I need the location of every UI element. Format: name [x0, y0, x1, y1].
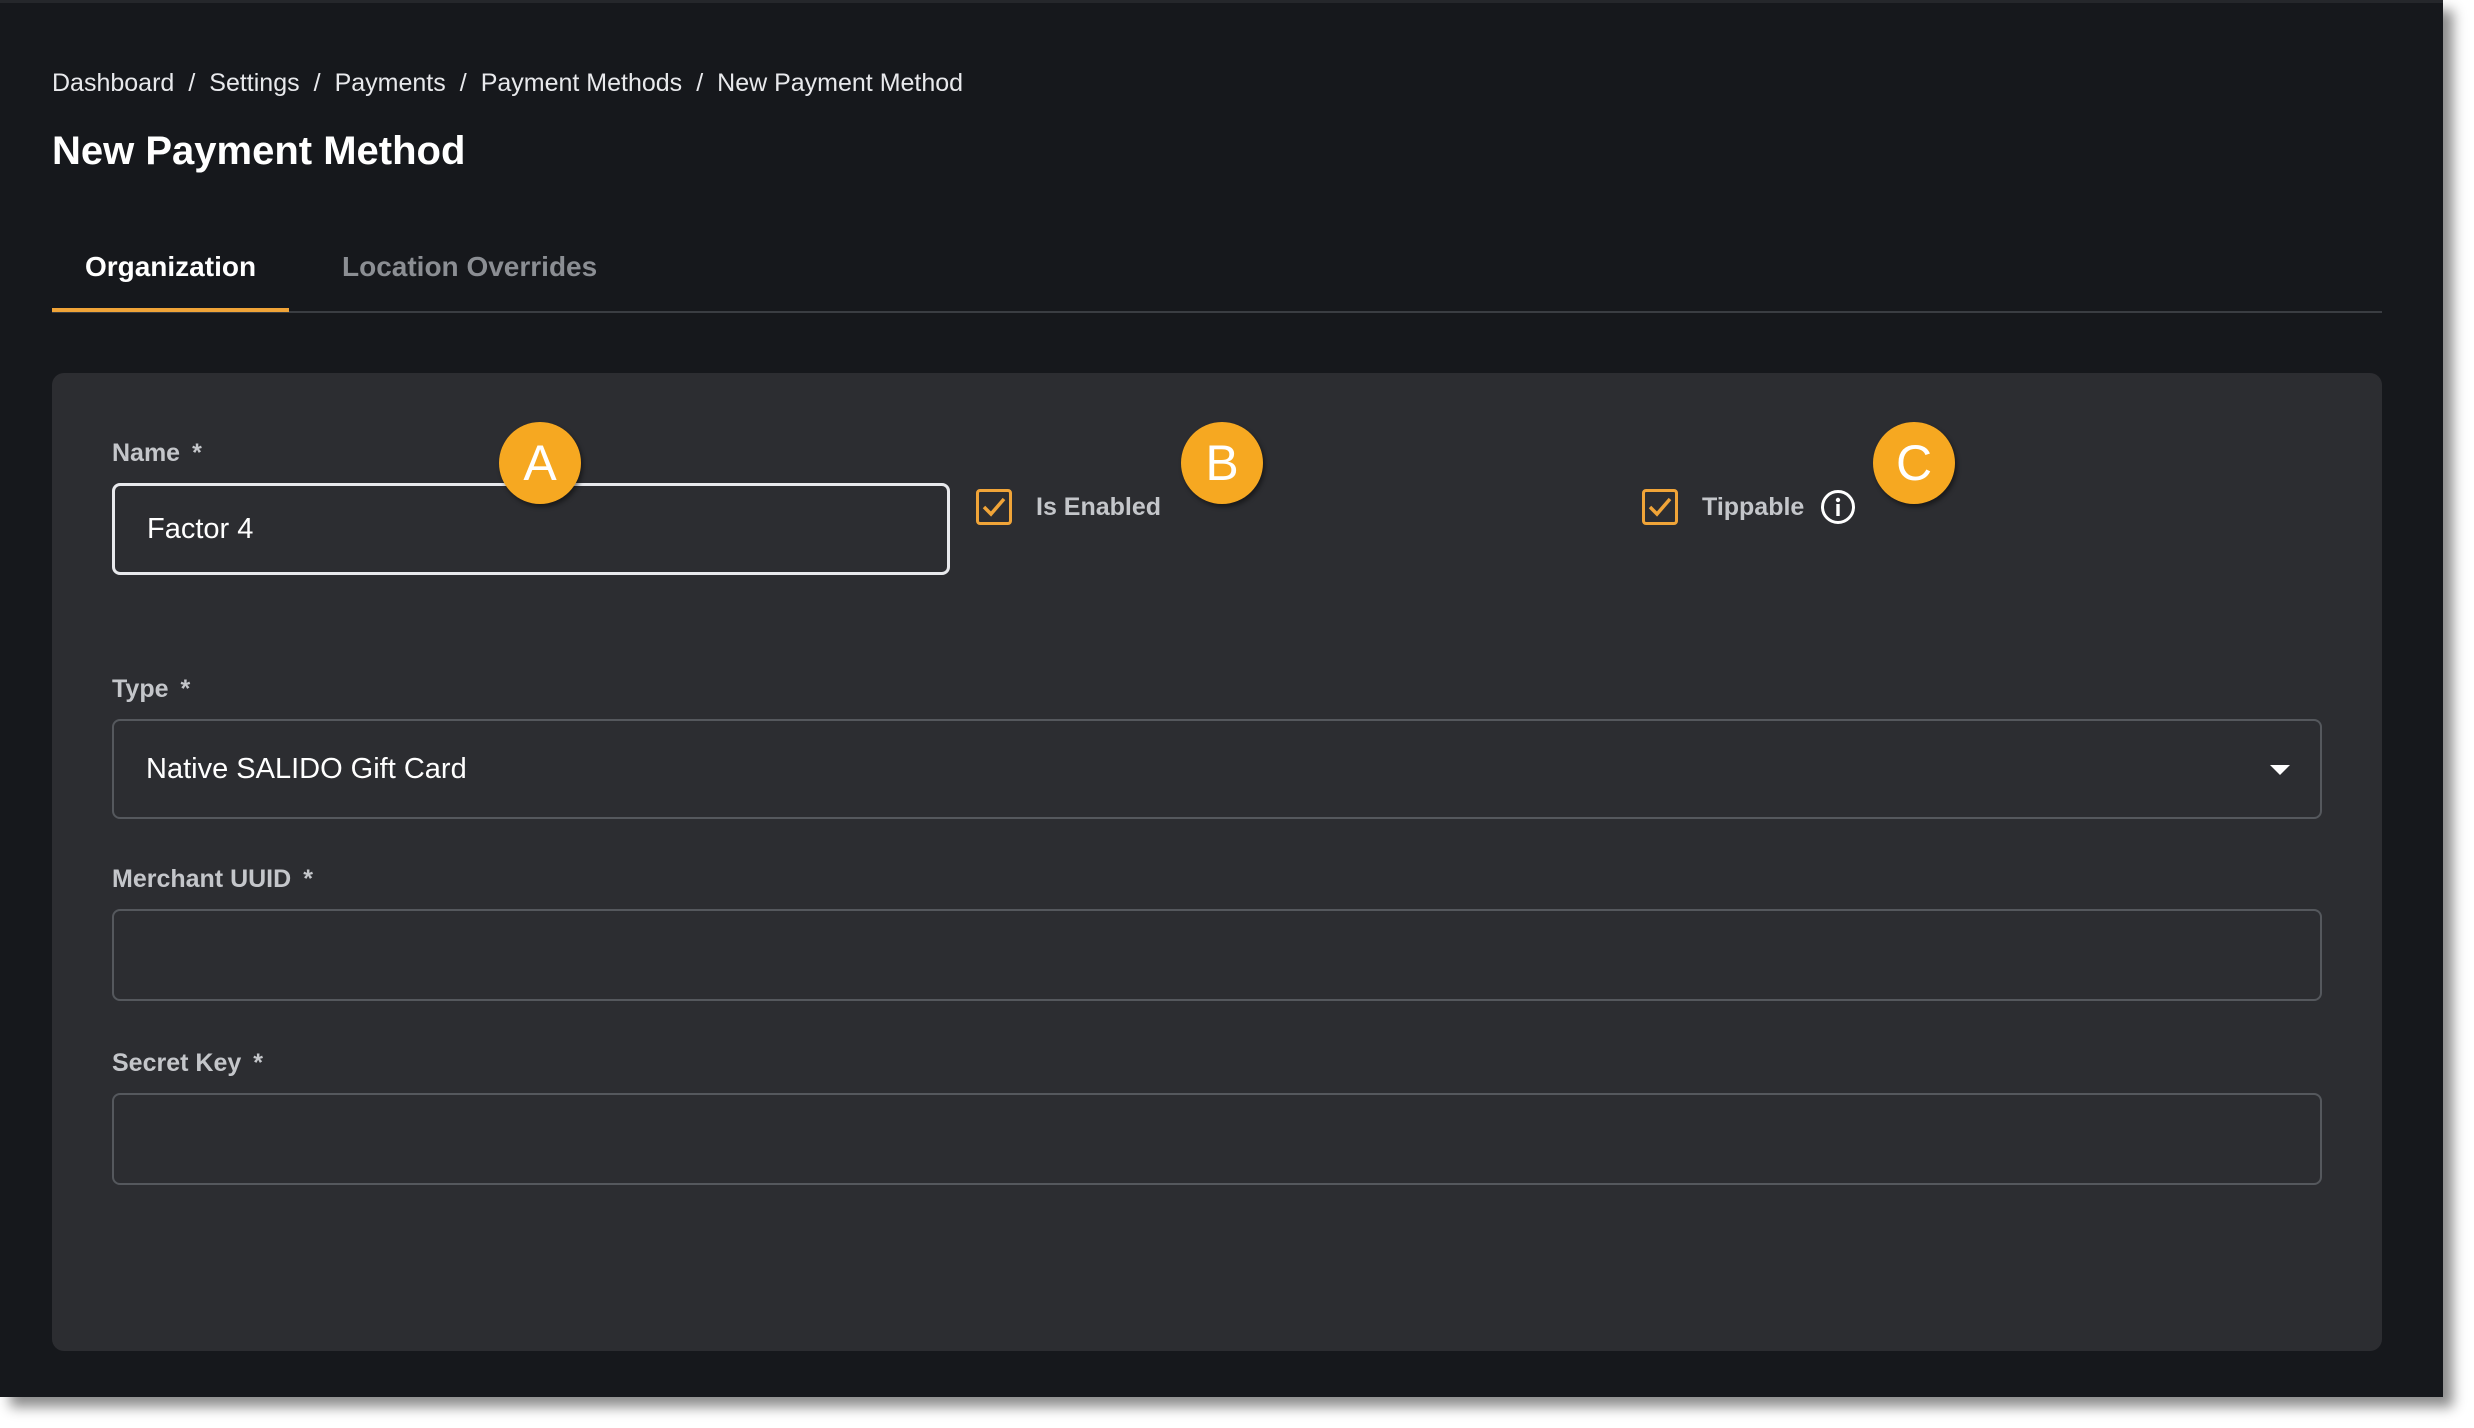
tippable-label: Tippable: [1702, 492, 1805, 521]
app-window: Dashboard / Settings / Payments / Paymen…: [0, 0, 2443, 1397]
type-selected-value: Native SALIDO Gift Card: [146, 752, 467, 785]
is-enabled-label: Is Enabled: [1036, 492, 1162, 521]
tab-organization[interactable]: Organization: [52, 231, 289, 312]
type-label: Type *: [112, 675, 190, 704]
info-icon[interactable]: [1820, 489, 1856, 525]
breadcrumb-separator: /: [188, 69, 196, 97]
payment-method-form: Name * Is Enabled Tippable: [52, 373, 2382, 1351]
is-enabled-field: Is Enabled: [976, 487, 1161, 527]
tippable-checkbox[interactable]: [1642, 489, 1678, 525]
breadcrumb-current-page: New Payment Method: [717, 69, 964, 97]
breadcrumb-separator: /: [459, 69, 467, 97]
required-mark: *: [192, 439, 202, 467]
secret-key-input[interactable]: [112, 1093, 2322, 1185]
is-enabled-checkbox[interactable]: [976, 489, 1012, 525]
checkmark-icon: [1648, 497, 1672, 517]
breadcrumb: Dashboard / Settings / Payments / Paymen…: [52, 69, 963, 98]
breadcrumb-dashboard[interactable]: Dashboard: [52, 69, 174, 98]
breadcrumb-payments[interactable]: Payments: [335, 69, 446, 98]
name-label: Name *: [112, 439, 202, 468]
name-label-text: Name: [112, 439, 181, 467]
page-title: New Payment Method: [52, 129, 466, 173]
required-mark: *: [253, 1049, 263, 1077]
checkmark-icon: [982, 497, 1006, 517]
secret-key-label-text: Secret Key: [112, 1049, 242, 1077]
type-select[interactable]: Native SALIDO Gift Card: [112, 719, 2322, 819]
annotation-marker-a: A: [499, 422, 581, 504]
required-mark: *: [180, 675, 191, 703]
annotation-marker-b: B: [1181, 422, 1263, 504]
chevron-down-icon: [2270, 765, 2290, 775]
merchant-uuid-label: Merchant UUID *: [112, 865, 313, 894]
tippable-field: Tippable: [1642, 487, 1856, 527]
secret-key-label: Secret Key *: [112, 1049, 263, 1078]
breadcrumb-settings[interactable]: Settings: [209, 69, 299, 98]
required-mark: *: [303, 865, 313, 893]
tab-location-overrides[interactable]: Location Overrides: [342, 231, 597, 313]
breadcrumb-separator: /: [313, 69, 321, 97]
annotation-marker-c: C: [1873, 422, 1955, 504]
merchant-uuid-label-text: Merchant UUID: [112, 865, 292, 893]
breadcrumb-separator: /: [696, 69, 704, 97]
merchant-uuid-input[interactable]: [112, 909, 2322, 1001]
type-label-text: Type: [112, 675, 169, 703]
tab-bar: Organization Location Overrides: [52, 231, 2382, 313]
breadcrumb-payment-methods[interactable]: Payment Methods: [481, 69, 683, 98]
